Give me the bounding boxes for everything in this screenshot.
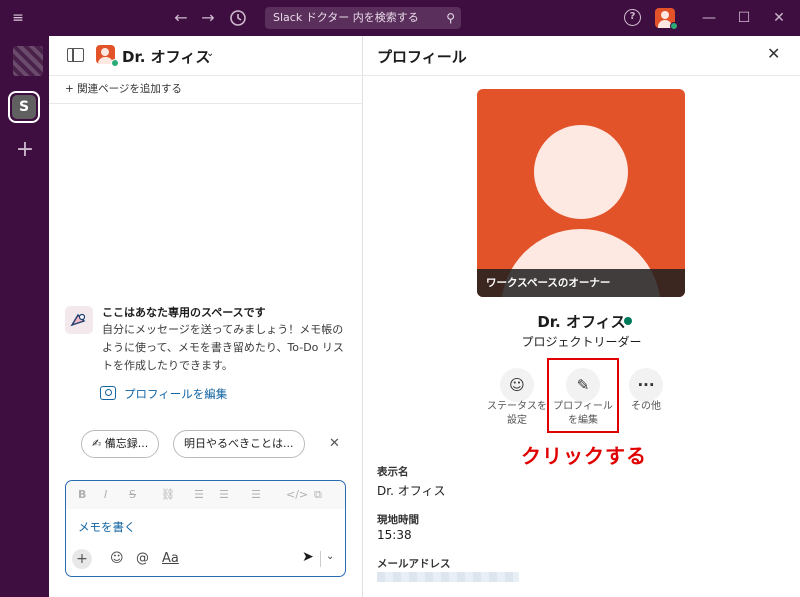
camera-icon[interactable] <box>100 386 116 400</box>
suggestion-chip-todo[interactable]: 明日やるべきことは... <box>173 430 305 458</box>
workspace-initial: S <box>12 95 36 119</box>
search-placeholder: Slack ドクター 内を検索する <box>273 11 419 24</box>
email-value-redacted[interactable] <box>377 572 519 582</box>
strikethrough-icon[interactable]: S <box>129 488 136 501</box>
forward-arrow-icon[interactable]: → <box>197 8 219 28</box>
chevron-down-icon[interactable]: ⌄ <box>206 48 214 59</box>
suggestion-chip-memo[interactable]: ✍ 備忘録... <box>81 430 160 458</box>
add-related-page-button[interactable]: + 関連ページを追加する <box>49 76 363 104</box>
attach-plus-icon[interactable]: + <box>72 549 92 569</box>
bullet-list-icon[interactable]: ☰ <box>219 488 229 501</box>
message-composer[interactable]: B I S ⛓ ☰ ☰ ☰ </> ⧉ メモを書く + ☺ @ Aa ➤ ⌄ <box>65 480 346 577</box>
workspace-switcher-active[interactable]: S <box>8 91 40 123</box>
conversation-title[interactable]: Dr. オフィス <box>122 46 210 67</box>
set-status-button[interactable]: ☺ <box>500 368 534 402</box>
chip-label: 備忘録... <box>104 437 149 450</box>
more-button[interactable]: ··· <box>629 368 663 402</box>
composer-placeholder: メモを書く <box>78 520 136 534</box>
workspace-thumbnail[interactable] <box>13 46 43 76</box>
text-format-icon[interactable]: Aa <box>162 551 179 566</box>
code-icon[interactable]: </> <box>286 488 308 501</box>
conversation-panel: Dr. オフィス ⌄ + 関連ページを追加する ここはあなた専用のスペースです … <box>49 36 363 597</box>
more-label: その他 <box>631 401 661 412</box>
title-bar: ≡ ← → Slack ドクター 内を検索する ⚲ ? — ☐ ✕ <box>0 0 800 36</box>
online-status-icon <box>111 59 119 67</box>
more-icon: ··· <box>637 376 655 394</box>
profile-name: Dr. オフィス <box>537 313 626 331</box>
annotation-click-text: クリックする <box>521 444 647 468</box>
hamburger-menu-icon[interactable]: ≡ <box>8 8 28 28</box>
online-status-icon <box>624 317 632 325</box>
divider <box>320 551 321 567</box>
workspace-rail: S + <box>0 36 49 597</box>
blockquote-icon[interactable]: ☰ <box>251 488 261 501</box>
writing-hand-icon: ✍ <box>92 437 102 450</box>
formatting-toolbar: B I S ⛓ ☰ ☰ ☰ </> ⧉ <box>66 481 345 509</box>
display-name-label: 表示名 <box>377 466 409 478</box>
close-suggestions-icon[interactable]: ✕ <box>329 436 340 451</box>
chip-label: 明日やるべきことは... <box>184 437 294 450</box>
mention-icon[interactable]: @ <box>136 551 149 566</box>
send-options-chevron-icon[interactable]: ⌄ <box>326 551 334 562</box>
code-block-icon[interactable]: ⧉ <box>314 488 322 502</box>
minimize-icon[interactable]: — <box>699 8 719 28</box>
self-dm-icon <box>65 306 93 334</box>
sidebar-toggle-icon[interactable] <box>67 48 84 62</box>
edit-profile-link[interactable]: プロフィールを編集 <box>124 386 227 402</box>
emoji-icon[interactable]: ☺ <box>110 551 124 566</box>
maximize-icon[interactable]: ☐ <box>734 8 754 28</box>
history-clock-icon[interactable] <box>227 8 249 28</box>
close-icon[interactable]: ✕ <box>767 44 780 63</box>
italic-icon[interactable]: I <box>104 488 107 501</box>
email-label: メールアドレス <box>377 558 451 570</box>
local-time-value: 15:38 <box>377 528 412 542</box>
owner-badge: ワークスペースのオーナー <box>477 269 685 297</box>
display-name-value: Dr. オフィス <box>377 484 446 498</box>
intro-title: ここはあなた専用のスペースです <box>102 306 266 319</box>
profile-panel: プロフィール ✕ ワークスペースのオーナー Dr. オフィス プロジェクトリーダ… <box>363 36 800 597</box>
smile-icon: ☺ <box>509 376 525 394</box>
conversation-header: Dr. オフィス ⌄ <box>49 36 363 76</box>
add-workspace-icon[interactable]: + <box>13 138 37 162</box>
search-icon: ⚲ <box>446 11 455 25</box>
ordered-list-icon[interactable]: ☰ <box>194 488 204 501</box>
set-status-label: ステータスを 設定 <box>487 401 547 426</box>
link-icon[interactable]: ⛓ <box>161 488 175 501</box>
profile-header: プロフィール ✕ <box>363 36 800 76</box>
close-window-icon[interactable]: ✕ <box>769 8 789 28</box>
profile-panel-title: プロフィール <box>377 48 467 66</box>
help-icon[interactable]: ? <box>624 9 641 26</box>
search-input[interactable]: Slack ドクター 内を検索する ⚲ <box>265 7 461 29</box>
send-icon[interactable]: ➤ <box>302 549 314 565</box>
local-time-label: 現地時間 <box>377 514 419 526</box>
online-status-icon <box>670 22 678 30</box>
profile-photo[interactable]: ワークスペースのオーナー <box>477 89 685 297</box>
bold-icon[interactable]: B <box>78 488 86 501</box>
annotation-highlight-box <box>547 358 619 433</box>
profile-job-title: プロジェクトリーダー <box>521 335 642 349</box>
back-arrow-icon[interactable]: ← <box>170 8 192 28</box>
intro-text: 自分にメッセージを送ってみましょう！メモ帳のように使って、メモを書き留めたり、T… <box>102 323 344 372</box>
